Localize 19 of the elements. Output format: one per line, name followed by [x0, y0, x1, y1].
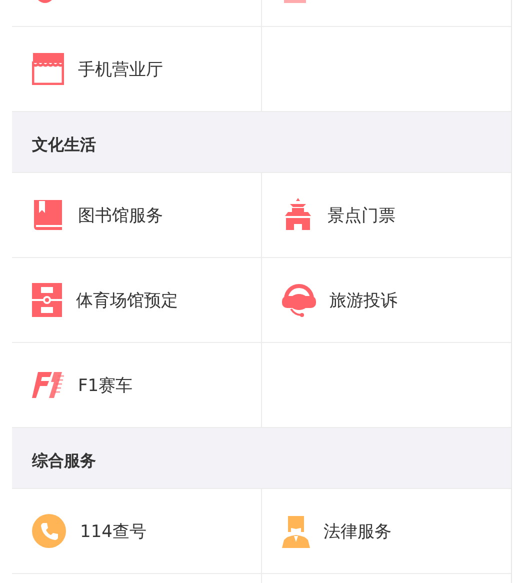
section-title: 文化生活: [32, 134, 96, 156]
headset-icon: [282, 283, 316, 317]
section-title: 综合服务: [32, 450, 96, 472]
phone-icon: [32, 514, 66, 548]
service-icon: [38, 0, 52, 3]
service-icon: [284, 0, 306, 3]
service-label[interactable]: 旅游投诉: [330, 288, 398, 312]
service-label[interactable]: 114查号: [80, 520, 146, 542]
f1-logo-icon: [32, 372, 64, 398]
book-icon: [32, 198, 64, 232]
service-label[interactable]: 体育场馆预定: [76, 288, 178, 312]
service-label[interactable]: 手机营业厅: [78, 58, 163, 80]
service-label[interactable]: 法律服务: [324, 520, 392, 542]
judge-icon: [282, 514, 310, 548]
shop-icon: [32, 53, 64, 85]
service-label[interactable]: 景点门票: [328, 204, 396, 226]
service-label[interactable]: F1赛车: [78, 374, 133, 396]
service-label[interactable]: 图书馆服务: [78, 204, 163, 226]
stadium-icon: [32, 283, 62, 317]
